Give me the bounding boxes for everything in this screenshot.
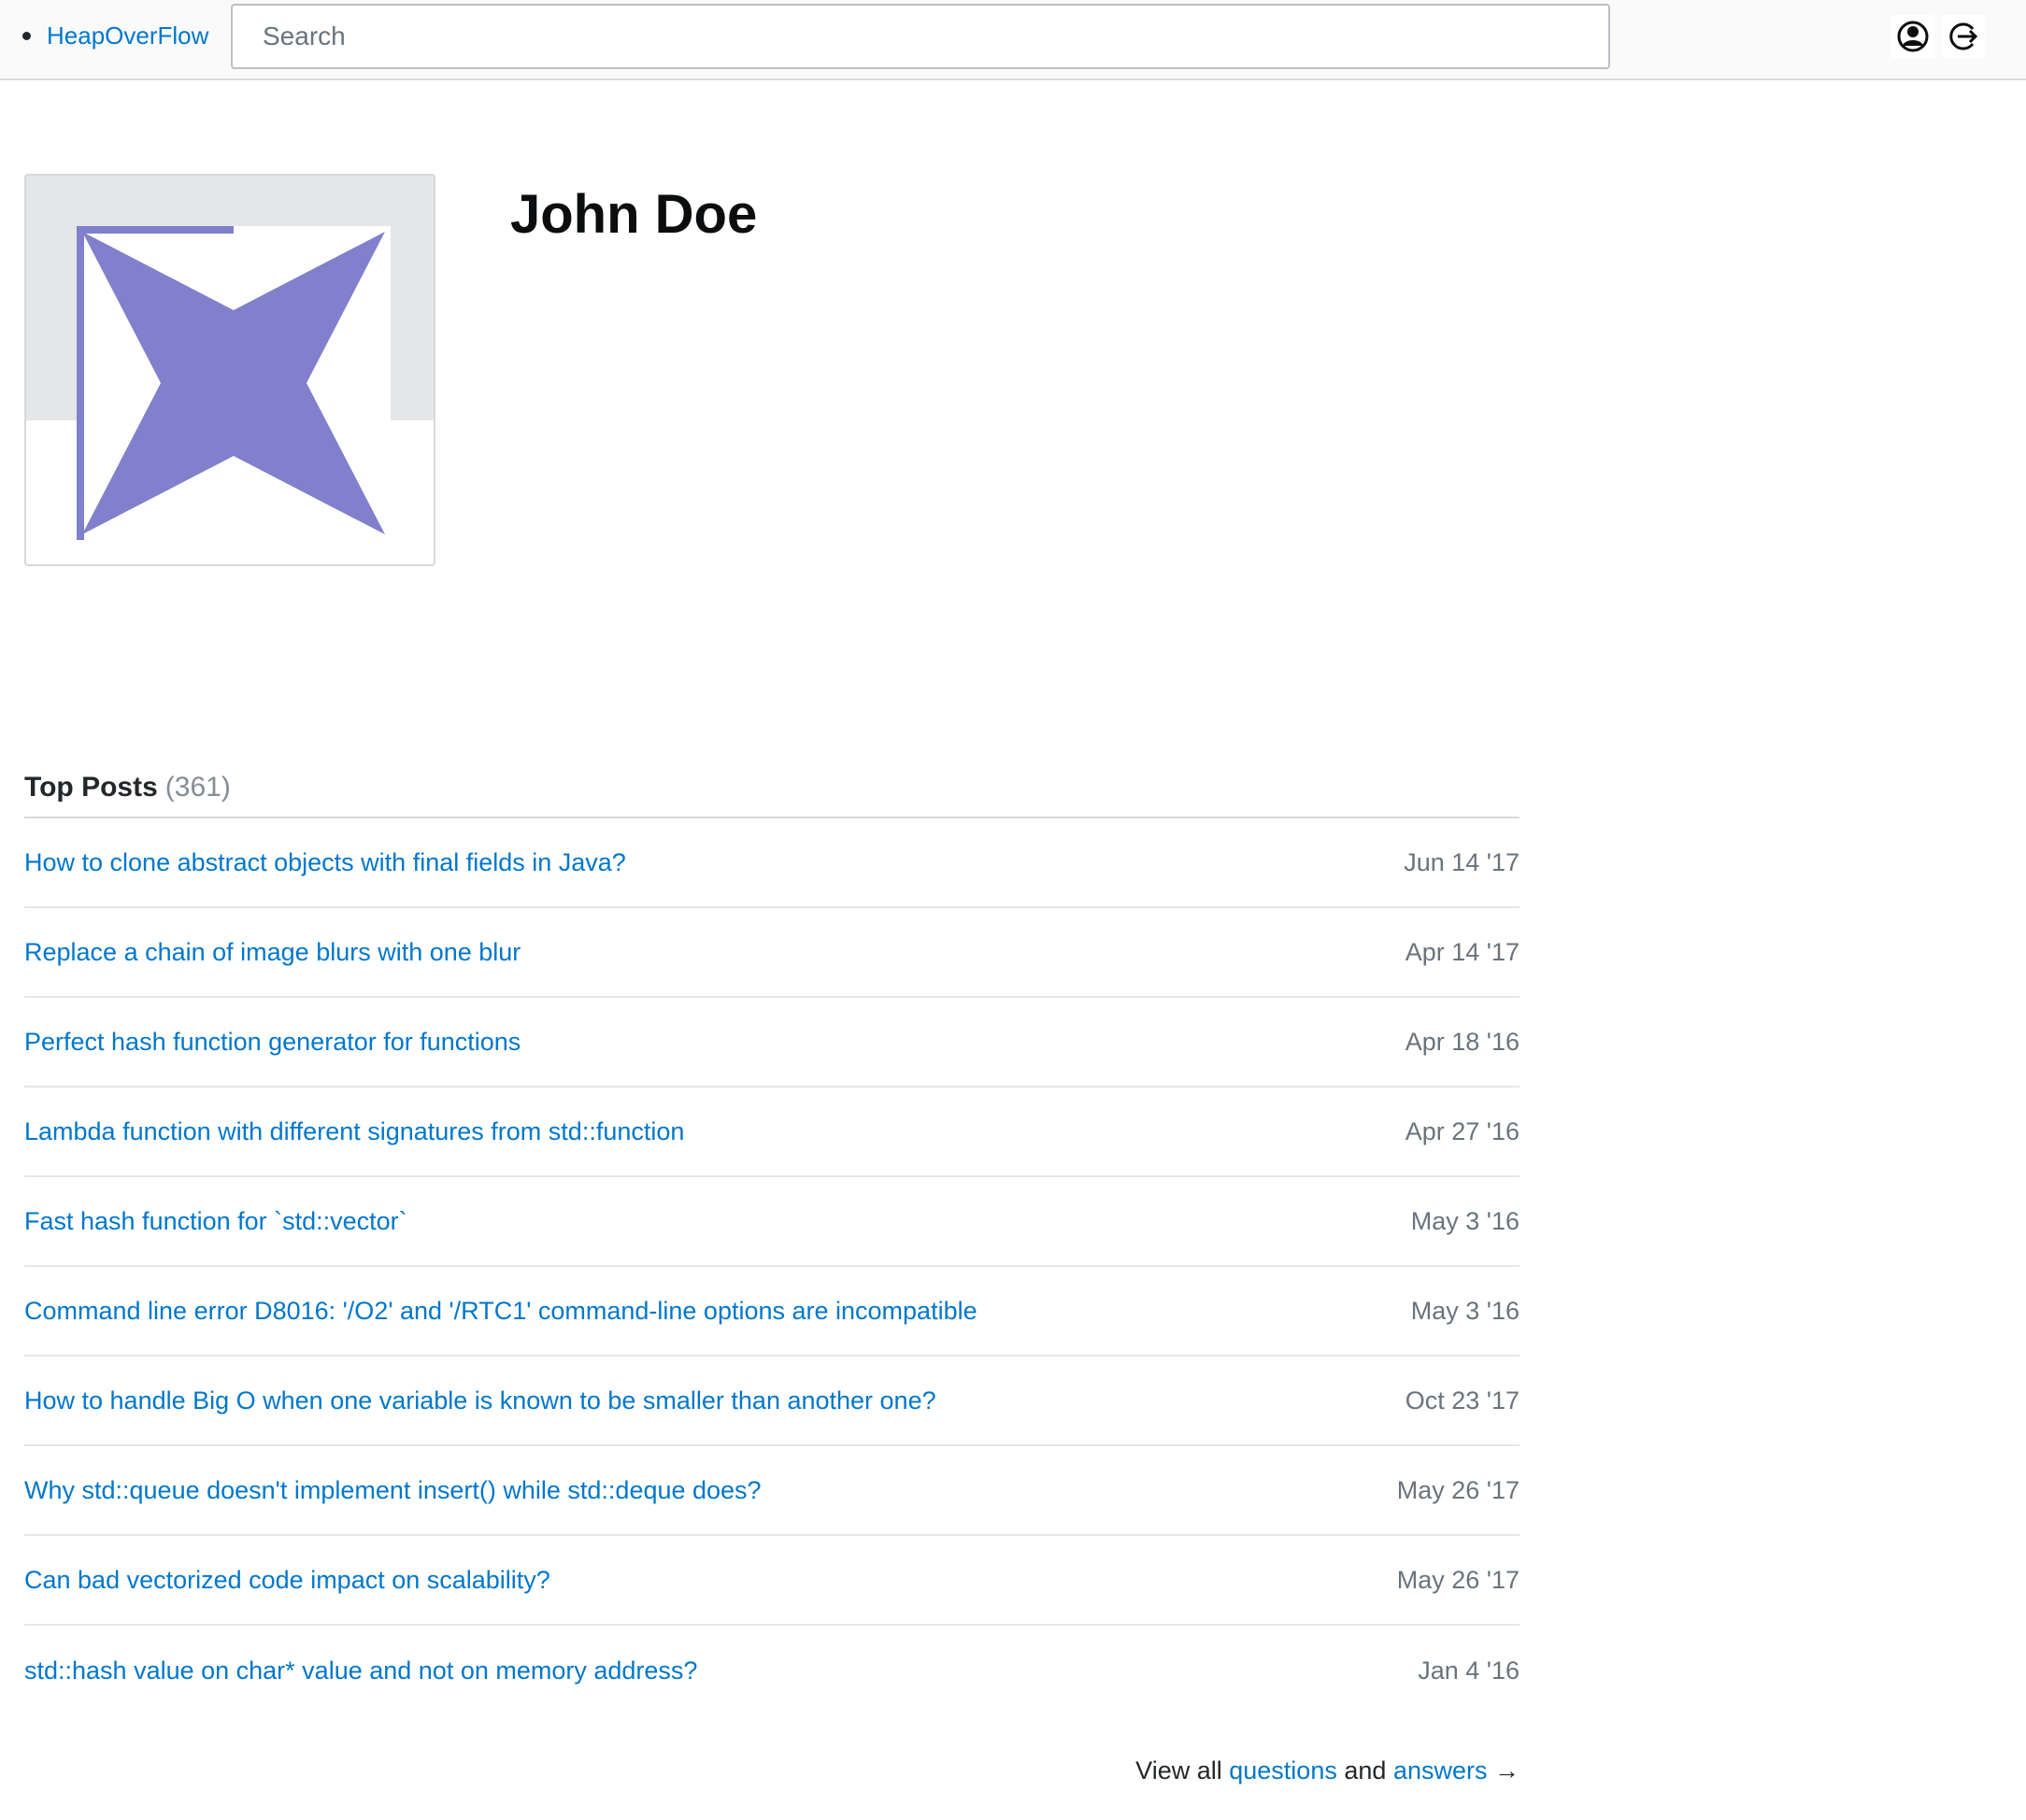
post-link[interactable]: Can bad vectorized code impact on scalab…: [24, 1566, 550, 1595]
post-date: May 26 '17: [1396, 1475, 1520, 1504]
avatar-image: [77, 226, 391, 540]
top-posts: Top Posts (361) How to clone abstract ob…: [24, 759, 1520, 1715]
post-link[interactable]: How to handle Big O when one variable is…: [24, 1386, 936, 1415]
post-link[interactable]: Replace a chain of image blurs with one …: [24, 938, 521, 967]
post-date: Oct 23 '17: [1405, 1386, 1520, 1415]
list-item: std::hash value on char* value and not o…: [24, 1626, 1520, 1715]
top-posts-title: Top Posts: [24, 772, 158, 803]
arrow-right-icon: →: [1494, 1756, 1520, 1784]
list-item: Command line error D8016: '/O2' and '/RT…: [24, 1267, 1520, 1357]
top-bar: HeapOverFlow: [0, 0, 2026, 80]
post-date: Apr 14 '17: [1405, 937, 1520, 966]
bullet-icon: [22, 31, 31, 40]
post-date: May 3 '16: [1410, 1296, 1520, 1325]
list-item: Can bad vectorized code impact on scalab…: [24, 1536, 1520, 1626]
answers-link[interactable]: answers: [1393, 1756, 1488, 1784]
post-date: Jan 4 '16: [1418, 1656, 1520, 1685]
post-link[interactable]: How to clone abstract objects with final…: [24, 848, 626, 877]
list-item: Replace a chain of image blurs with one …: [24, 908, 1520, 998]
brand: HeapOverFlow: [22, 17, 208, 54]
post-link[interactable]: Command line error D8016: '/O2' and '/RT…: [24, 1297, 977, 1326]
user-name: John Doe: [510, 184, 758, 245]
brand-link[interactable]: HeapOverFlow: [47, 21, 208, 50]
view-all-label: View all: [1135, 1756, 1222, 1784]
list-item: Perfect hash function generator for func…: [24, 998, 1520, 1088]
user-icon[interactable]: [1891, 15, 1934, 58]
post-date: May 26 '17: [1396, 1565, 1520, 1594]
post-date: Apr 18 '16: [1405, 1027, 1520, 1056]
post-link[interactable]: std::hash value on char* value and not o…: [24, 1656, 697, 1685]
logout-icon[interactable]: [1942, 15, 1985, 58]
list-item: Why std::queue doesn't implement insert(…: [24, 1446, 1520, 1536]
list-item: How to handle Big O when one variable is…: [24, 1357, 1520, 1446]
post-date: May 3 '16: [1410, 1206, 1520, 1235]
avatar: [24, 174, 435, 566]
view-all: View all questions and answers →: [1135, 1756, 1520, 1785]
post-date: Apr 27 '16: [1405, 1116, 1520, 1145]
questions-link[interactable]: questions: [1229, 1756, 1337, 1784]
post-link[interactable]: Perfect hash function generator for func…: [24, 1028, 521, 1057]
top-posts-header: Top Posts (361): [24, 759, 1520, 818]
list-item: How to clone abstract objects with final…: [24, 818, 1520, 908]
post-link[interactable]: Lambda function with different signature…: [24, 1117, 684, 1146]
top-posts-count: (361): [164, 772, 231, 803]
post-date: Jun 14 '17: [1404, 847, 1520, 876]
post-link[interactable]: Fast hash function for `std::vector`: [24, 1207, 407, 1236]
list-item: Lambda function with different signature…: [24, 1088, 1520, 1177]
post-link[interactable]: Why std::queue doesn't implement insert(…: [24, 1476, 762, 1505]
search-input[interactable]: [231, 4, 1610, 69]
list-item: Fast hash function for `std::vector` May…: [24, 1177, 1520, 1267]
top-icons: [1891, 13, 1985, 60]
and-label: and: [1344, 1756, 1387, 1784]
